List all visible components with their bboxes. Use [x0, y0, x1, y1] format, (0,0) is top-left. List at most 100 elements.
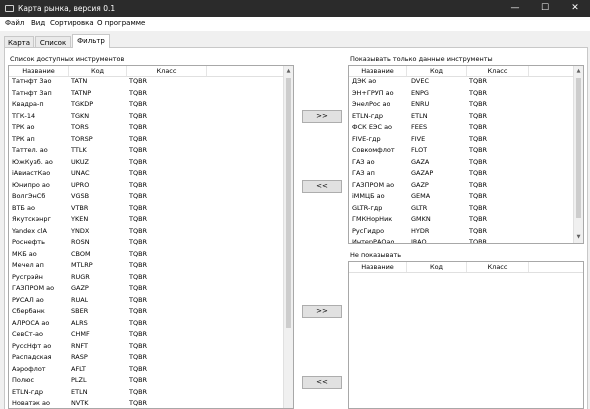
table-row[interactable]: ЮжКузб. ао UKUZ TQBR	[9, 157, 283, 169]
table-row[interactable]: ДЭК ао DVEC TQBR	[349, 76, 573, 88]
table-row[interactable]: ГАЗ ао GAZA TQBR	[349, 157, 573, 169]
table-row[interactable]: ГМКНорНик GMKN TQBR	[349, 214, 573, 226]
table-row[interactable]: Новатэк ао NVTK TQBR	[9, 398, 283, 408]
cell-code: GEMA	[411, 192, 431, 200]
cell-name: ТГК-14	[12, 111, 36, 120]
table-row[interactable]: iММЦБ ао GEMA TQBR	[349, 191, 573, 203]
table-row[interactable]: Аэрофлот AFLT TQBR	[9, 364, 283, 376]
scroll-thumb[interactable]	[286, 78, 291, 328]
column-name-header[interactable]: Название	[349, 66, 407, 76]
table-row[interactable]: ВТБ ао VTBR TQBR	[9, 203, 283, 215]
table-row[interactable]: Мечел ап MTLRP TQBR	[9, 260, 283, 272]
cell-name: АЛРОСА ао	[12, 318, 50, 327]
table-row[interactable]: FIVE-гдр FIVE TQBR	[349, 134, 573, 146]
cell-code: VTBR	[71, 203, 89, 212]
column-class-header[interactable]: Класс	[467, 262, 529, 272]
table-row[interactable]: Сбербанк SBER TQBR	[9, 306, 283, 318]
column-code-header[interactable]: Код	[69, 66, 127, 76]
table-row[interactable]: Квадра-п TGKDP TQBR	[9, 99, 283, 111]
cell-class: TQBR	[469, 226, 488, 235]
cell-class: TQBR	[129, 341, 148, 350]
table-row[interactable]: Юнипро ао UPRO TQBR	[9, 180, 283, 192]
table-row[interactable]: ТРК ап TORSP TQBR	[9, 134, 283, 146]
cell-name: ГАЗПРОМ ао	[352, 180, 395, 189]
table-row[interactable]: Распадская RASP TQBR	[9, 352, 283, 364]
menu-about[interactable]: О программе	[97, 19, 145, 27]
table-row[interactable]: РусГидро HYDR TQBR	[349, 226, 573, 238]
cell-code: CHMF	[71, 330, 90, 338]
table-row[interactable]: ЭН+ГРУП ао ENPG TQBR	[349, 88, 573, 100]
table-row[interactable]: ГАЗПРОМ ао GAZP TQBR	[9, 283, 283, 295]
table-row[interactable]: РуссНфт ао RNFT TQBR	[9, 341, 283, 353]
table-row[interactable]: ВолгЭнСб VGSB TQBR	[9, 191, 283, 203]
cell-class: TQBR	[469, 238, 488, 244]
add-to-hide-button[interactable]: >>	[302, 305, 342, 318]
vertical-scrollbar[interactable]: ▲ ▼	[573, 66, 583, 243]
menu-view[interactable]: Вид	[31, 19, 45, 27]
cell-name: FIVE-гдр	[352, 134, 381, 143]
scroll-up-icon[interactable]: ▲	[284, 67, 293, 76]
menu-file[interactable]: Файл	[5, 19, 24, 27]
column-code-header[interactable]: Код	[407, 66, 467, 76]
table-row[interactable]: РУСАЛ ао RUAL TQBR	[9, 295, 283, 307]
maximize-button[interactable]: ☐	[530, 0, 560, 17]
table-row[interactable]: iАвиастКао UNAC TQBR	[9, 168, 283, 180]
vertical-scrollbar[interactable]: ▲	[283, 66, 293, 408]
cell-code: GAZA	[411, 157, 430, 166]
table-row[interactable]: СевСт-ао CHMF TQBR	[9, 329, 283, 341]
title-bar: Карта рынка, версия 0.1 — ☐ ✕	[0, 0, 590, 17]
table-row[interactable]: Yandex clA YNDX TQBR	[9, 226, 283, 238]
table-row[interactable]: ГАЗ ап GAZAP TQBR	[349, 168, 573, 180]
table-row[interactable]: Якутскэнрг YKEN TQBR	[9, 214, 283, 226]
close-button[interactable]: ✕	[560, 0, 590, 17]
grid-header: Название Код Класс	[349, 262, 583, 273]
table-row[interactable]: Татнфт 3ап TATNP TQBR	[9, 88, 283, 100]
tab-filter[interactable]: Фильтр	[72, 34, 110, 48]
table-row[interactable]: МКБ ао CBOM TQBR	[9, 249, 283, 261]
column-class-header[interactable]: Класс	[467, 66, 529, 76]
table-row[interactable]: Татнфт 3ао TATN TQBR	[9, 76, 283, 88]
column-code-header[interactable]: Код	[407, 262, 467, 272]
scroll-down-icon[interactable]: ▼	[574, 233, 583, 242]
cell-code: TATNP	[71, 88, 92, 97]
cell-name: ГАЗ ао	[352, 157, 375, 166]
table-row[interactable]: ИнтерРАОао IRAO TQBR	[349, 237, 573, 244]
cell-class: TQBR	[469, 215, 488, 223]
column-name-header[interactable]: Название	[349, 262, 407, 272]
remove-from-show-button[interactable]: <<	[302, 180, 342, 193]
column-class-header[interactable]: Класс	[127, 66, 207, 76]
cell-class: TQBR	[129, 376, 148, 384]
table-row[interactable]: ГАЗПРОМ ао GAZP TQBR	[349, 180, 573, 192]
cell-name: Юнипро ао	[12, 180, 50, 189]
table-row[interactable]: GLTR-гдр GLTR TQBR	[349, 203, 573, 215]
window-title: Карта рынка, версия 0.1	[18, 4, 116, 13]
table-row[interactable]: ТРК ао TORS TQBR	[9, 122, 283, 134]
table-row[interactable]: Полюс PLZL TQBR	[9, 375, 283, 387]
table-row[interactable]: Таттел. ао TTLK TQBR	[9, 145, 283, 157]
table-row[interactable]: Роснефть ROSN TQBR	[9, 237, 283, 249]
minimize-button[interactable]: —	[500, 0, 530, 17]
table-row[interactable]: Русгрэйн RUGR TQBR	[9, 272, 283, 284]
cell-class: TQBR	[129, 295, 148, 304]
cell-name: Yandex clA	[12, 226, 47, 235]
table-row[interactable]: ЭнелРос ао ENRU TQBR	[349, 99, 573, 111]
available-instruments-grid[interactable]: Название Код Класс ▲ Татнфт 3ао TATN TQBR Т…	[8, 65, 294, 409]
cell-class: TQBR	[129, 100, 148, 108]
show-only-instruments-grid[interactable]: Название Код Класс ▲ ▼ ДЭК ао DVEC TQBR ЭН+…	[348, 65, 584, 244]
column-name-header[interactable]: Название	[9, 66, 69, 76]
cell-name: ЮжКузб. ао	[12, 157, 53, 166]
table-row[interactable]: ETLN-гдр ETLN TQBR	[349, 111, 573, 123]
table-row[interactable]: ТГК-14 TGKN TQBR	[9, 111, 283, 123]
menu-sort[interactable]: Сортировка	[50, 19, 94, 27]
hidden-instruments-grid[interactable]: Название Код Класс	[348, 261, 584, 409]
table-row[interactable]: Совкомфлот FLOT TQBR	[349, 145, 573, 157]
scroll-up-icon[interactable]: ▲	[574, 67, 583, 76]
table-row[interactable]: ФСК ЕЭС ао FEES TQBR	[349, 122, 573, 134]
table-row[interactable]: ETLN-гдр ETLN TQBR	[9, 387, 283, 399]
cell-class: TQBR	[129, 399, 148, 407]
add-to-show-button[interactable]: >>	[302, 110, 342, 123]
scroll-thumb[interactable]	[576, 78, 581, 218]
cell-class: TQBR	[129, 353, 148, 361]
remove-from-hide-button[interactable]: <<	[302, 376, 342, 389]
table-row[interactable]: АЛРОСА ао ALRS TQBR	[9, 318, 283, 330]
